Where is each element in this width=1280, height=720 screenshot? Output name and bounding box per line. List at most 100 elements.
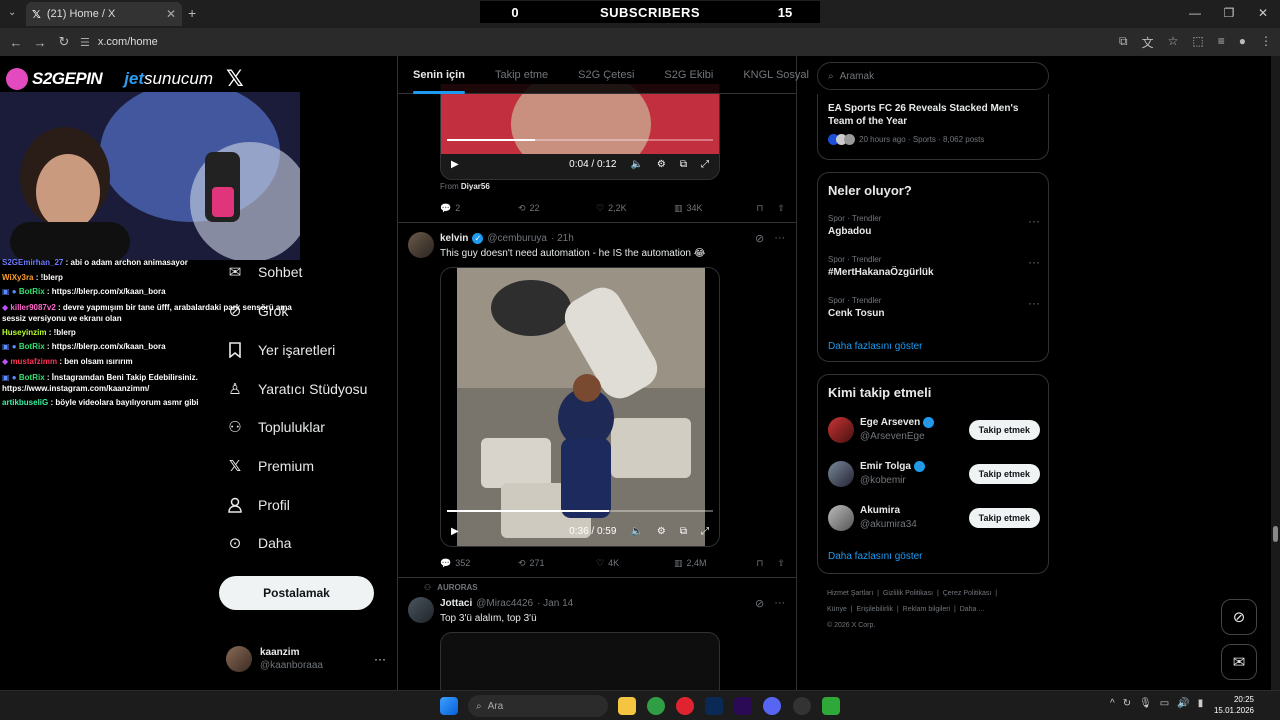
discord-icon[interactable] (763, 697, 781, 715)
scrollbar[interactable] (1271, 56, 1280, 690)
volume-icon[interactable]: 🔈 (630, 526, 642, 537)
follow-button[interactable]: Takip etmek (968, 420, 1040, 440)
news-panel[interactable]: EA Sports FC 26 Reveals Stacked Men's Te… (817, 94, 1049, 160)
tweet3-handle[interactable]: @Mirac4426 (476, 598, 533, 609)
trend-item[interactable]: Spor · Trendler Agbadou ··· (828, 214, 1040, 237)
follow-suggestion[interactable]: Akumira @akumira34 Takip etmek (828, 503, 1040, 533)
tweet3-media[interactable] (440, 632, 720, 690)
fullscreen-icon[interactable]: ⤢ (701, 159, 709, 170)
from-user[interactable]: Diyar56 (461, 182, 490, 191)
grok-icon[interactable]: ⊘ (755, 597, 764, 610)
browser-tab[interactable]: 𝕏 (21) Home / X ✕ (26, 2, 182, 26)
tweet2-video[interactable]: ▶ 0:36 / 0:59 🔈 ⚙ ⧉ ⤢ (440, 267, 720, 547)
footer-link[interactable]: Erişilebilirlik (856, 606, 893, 613)
reply-button[interactable]: 💬 352 (440, 558, 518, 569)
footer-link[interactable]: Hizmet Şartları (827, 590, 873, 597)
browser-menu-icon[interactable]: ⋮ (1260, 34, 1272, 51)
install-app-icon[interactable]: ⧉ (1119, 34, 1128, 51)
footer-link[interactable]: Gizlilik Politikası (883, 590, 933, 597)
nav-item-profile[interactable]: Profil (226, 490, 290, 520)
bookmark-icon[interactable]: ⊓ (756, 558, 763, 569)
grok-icon[interactable]: ⊘ (755, 232, 764, 245)
tweet3-community[interactable]: ⚇ AURORAS (424, 583, 478, 592)
maximize-icon[interactable]: ❐ (1212, 0, 1246, 28)
tab-close-icon[interactable]: ✕ (166, 7, 176, 21)
follow-button[interactable]: Takip etmek (968, 508, 1040, 528)
follow-show-more-link[interactable]: Daha fazlasını göster (828, 551, 923, 562)
tweet1-progress[interactable] (447, 139, 713, 141)
address-bar[interactable]: ☰ x.com/home (80, 32, 1090, 52)
microphone-icon[interactable]: 🎙 (1139, 698, 1152, 709)
minimize-icon[interactable]: — (1178, 0, 1212, 28)
pip-icon[interactable]: ⧉ (680, 526, 687, 537)
tweet2-avatar[interactable] (408, 232, 434, 258)
forward-icon[interactable]: → (28, 35, 52, 50)
account-switcher[interactable]: kaanzim @kaanboraaa ··· (226, 643, 386, 675)
nav-item-communities[interactable]: ⚇ Topluluklar (226, 412, 325, 442)
footer-link[interactable]: Reklam bilgileri (903, 606, 950, 613)
bookmark-icon[interactable]: ⊓ (756, 203, 763, 214)
taskbar-search[interactable]: ⌕ Ara (468, 695, 608, 717)
follow-button[interactable]: Takip etmek (968, 464, 1040, 484)
file-explorer-icon[interactable] (618, 697, 636, 715)
nav-item-premium[interactable]: 𝕏 Premium (226, 451, 314, 481)
trend-item[interactable]: Spor · Trendler #MertHakanaÖzgürlük ··· (828, 255, 1040, 278)
tab-kngl-sosyal[interactable]: KNGL Sosyal (728, 56, 824, 94)
play-icon[interactable]: ▶ (451, 526, 459, 537)
bookmark-star-icon[interactable]: ☆ (1168, 34, 1179, 51)
views-button[interactable]: ▥ 2,4M (674, 558, 752, 569)
tab-list-chevron-icon[interactable]: ⌄ (8, 7, 16, 18)
footer-link[interactable]: Daha ... (960, 606, 985, 613)
site-info-icon[interactable]: ☰ (80, 36, 90, 49)
more-dots-icon[interactable]: ··· (774, 597, 785, 610)
views-button[interactable]: ▥ 34K (674, 203, 752, 214)
tweet2-time[interactable]: · 21h (551, 233, 574, 244)
footer-link[interactable]: Çerez Politikası (943, 590, 992, 597)
nav-item-more[interactable]: ⊙ Daha (226, 528, 292, 558)
photoshop-icon[interactable] (705, 697, 723, 715)
post-button[interactable]: Postalamak (219, 576, 374, 610)
settings-icon[interactable]: ⚙ (657, 526, 666, 537)
tweet3-author[interactable]: Jottaci (440, 598, 472, 609)
reading-list-icon[interactable]: ≡ (1218, 34, 1225, 51)
extensions-icon[interactable]: ⬚ (1192, 34, 1203, 51)
streaming-app-icon[interactable] (822, 697, 840, 715)
pip-icon[interactable]: ⧉ (680, 159, 687, 170)
trends-show-more-link[interactable]: Daha fazlasını göster (828, 341, 923, 352)
trend-item[interactable]: Spor · Trendler Cenk Tosun ··· (828, 296, 1040, 319)
share-icon[interactable]: ⇧ (777, 558, 785, 569)
scrollbar-thumb[interactable] (1273, 526, 1278, 542)
tray-chevron-icon[interactable]: ^ (1110, 698, 1115, 709)
tab-s2g-cetesi[interactable]: S2G Çetesi (563, 56, 649, 94)
more-dots-icon[interactable]: ··· (1028, 296, 1040, 310)
tweet3-avatar[interactable] (408, 597, 434, 623)
opera-icon[interactable] (676, 697, 694, 715)
more-dots-icon[interactable]: ··· (1028, 214, 1040, 228)
like-button[interactable]: ♡ 2,2K (596, 203, 674, 214)
window-close-icon[interactable]: ✕ (1246, 0, 1280, 28)
back-icon[interactable]: ← (4, 35, 28, 50)
share-icon[interactable]: ⇧ (777, 203, 785, 214)
battery-icon[interactable]: ▮ (1198, 698, 1204, 709)
sync-icon[interactable]: ↻ (1123, 698, 1131, 709)
network-icon[interactable]: ▭ (1160, 698, 1169, 709)
search-input[interactable]: ⌕ Aramak (817, 62, 1049, 90)
obs-icon[interactable] (793, 697, 811, 715)
like-button[interactable]: ♡ 4K (596, 558, 674, 569)
follow-suggestion[interactable]: Ege Arseven ✓ @ArsevenEge Takip etmek (828, 415, 1040, 445)
tab-s2g-ekibi[interactable]: S2G Ekibi (649, 56, 728, 94)
more-dots-icon[interactable]: ··· (1028, 255, 1040, 269)
tweet2-handle[interactable]: @cemburuya (487, 233, 547, 244)
tweet2-author[interactable]: kelvin (440, 233, 468, 244)
profile-icon[interactable]: ● (1239, 34, 1246, 51)
reload-icon[interactable]: ↻ (52, 34, 76, 50)
more-dots-icon[interactable]: ··· (774, 232, 785, 245)
footer-link[interactable]: Künye (827, 606, 847, 613)
messages-fab[interactable]: ✉ (1221, 644, 1257, 680)
chrome-icon[interactable] (647, 697, 665, 715)
windows-start-icon[interactable] (440, 697, 458, 715)
more-dots-icon[interactable]: ··· (374, 652, 386, 666)
tweet3-time[interactable]: · Jan 14 (537, 598, 573, 609)
tab-following[interactable]: Takip etme (480, 56, 563, 94)
play-icon[interactable]: ▶ (451, 159, 459, 170)
